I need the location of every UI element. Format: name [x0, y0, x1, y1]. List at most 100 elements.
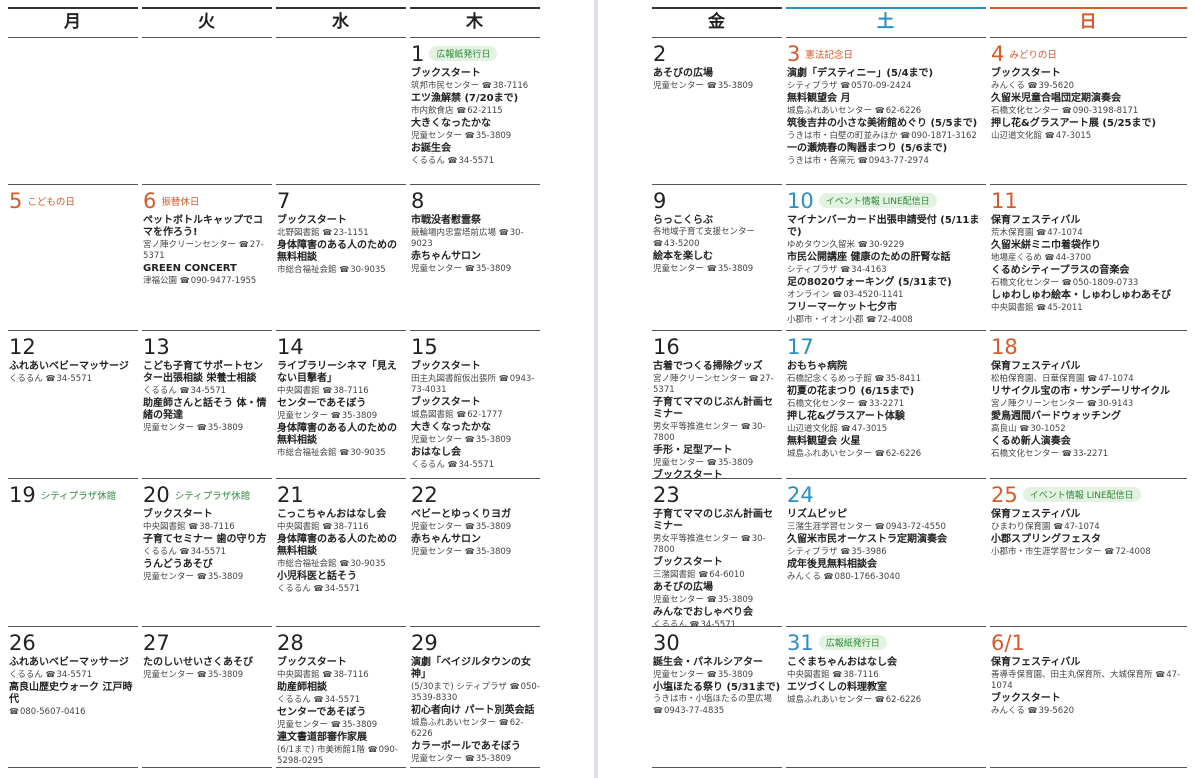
event-detail: 善導寺保育園、田主丸保育所、大城保育所 47-1074	[991, 669, 1187, 692]
event-title: センターであそぼう	[277, 398, 367, 409]
event-item: ベビーとゆっくりヨガ児童センター 35-3809	[411, 509, 540, 533]
day-header: 25 イベント情報 LINE配信日	[991, 481, 1187, 508]
event-title: 身体障害のある人のための無料相談	[277, 534, 397, 557]
event-location: (6/1まで) 市美術館1階	[277, 745, 365, 755]
event-location: 城島図書館	[411, 410, 454, 420]
day-number: 31	[787, 630, 814, 655]
event-location: 中央図書館	[277, 386, 320, 396]
event-title: ブックスタート	[411, 397, 481, 408]
event-item: あそびの広場児童センター 35-3809	[653, 582, 782, 606]
notice-badge: 広報紙発行日	[818, 635, 887, 650]
event-detail: くるるん 34-5571	[143, 546, 272, 558]
event-location: 小郡市・市生涯学習センター	[991, 547, 1102, 557]
holiday-label: 振替休日	[161, 196, 200, 208]
event-title: ブックスタート	[277, 215, 347, 226]
phone-icon-number: 62-6226	[875, 449, 921, 459]
event-detail: 山辺道文化館 47-3015	[991, 130, 1187, 142]
event-detail: 城島ふれあいセンター 62-6226	[787, 694, 986, 706]
event-item: 絵本を楽しむ児童センター 35-3809	[653, 251, 782, 275]
day-header: 6/1	[991, 629, 1187, 656]
day-header: 20 シティプラザ休館	[143, 481, 272, 508]
phone-icon-number: 72-4008	[1104, 547, 1150, 557]
event-title: マイナンバーカード出張申請受付 (5/11まで)	[787, 215, 980, 238]
event-location: シティプラザ	[787, 265, 838, 275]
event-item: 連文書道部審作家展(6/1まで) 市美術館1階 090-5298-0295	[277, 732, 406, 767]
event-detail: (6/1まで) 市美術館1階 090-5298-0295	[277, 744, 406, 767]
event-detail: くるるん 34-5571	[277, 694, 406, 706]
day-header: 15	[411, 333, 540, 360]
event-detail: 児童センター 35-3809	[653, 669, 782, 681]
event-item: 大きくなったかな児童センター 35-3809	[411, 422, 540, 446]
event-detail: 城島図書館 62-1777	[411, 409, 540, 421]
day-number: 27	[143, 630, 170, 655]
event-location: うきは市・各窯元	[787, 156, 856, 166]
event-title: 大きくなったかな	[411, 422, 491, 433]
event-title: 成年後見無料相談会	[787, 559, 877, 570]
day-cell-27: 27たのしいせいさくあそび児童センター 35-3809	[142, 627, 272, 768]
phone-icon-number: 35-3809	[707, 458, 753, 468]
phone-icon-number: 35-3809	[465, 547, 511, 557]
weekday-header-wed: 水	[276, 7, 406, 38]
event-location: 児童センター	[411, 435, 463, 445]
event-detail: 石橋文化センター 090-3198-8171	[991, 105, 1187, 117]
day-number: 18	[991, 334, 1018, 359]
event-detail: くるるん 34-5571	[653, 619, 782, 626]
event-title: GREEN CONCERT	[143, 263, 237, 274]
day-header: 21	[277, 481, 406, 508]
event-title: おもちゃ病院	[787, 361, 847, 372]
event-item: エツづくしの料理教室城島ふれあいセンター 62-6226	[787, 682, 986, 706]
event-item: ふれあいベビーマッサージくるるん 34-5571	[9, 657, 138, 681]
event-title: あそびの広場	[653, 582, 713, 593]
day-number: 8	[411, 188, 425, 213]
calendar-grid-left: 月 火 水 木 1広報紙発行日ブックスタート筑邦市民センター 38-7116エツ…	[8, 7, 540, 768]
event-location: 三潴生涯学習センター	[787, 522, 873, 532]
event-location: 北野図書館	[277, 228, 320, 238]
day-cell-14: 14ライブラリーシネマ「見えない目撃者」中央図書館 38-7116センターであそ…	[276, 331, 406, 479]
event-detail: 児童センター 35-3809	[411, 434, 540, 446]
event-title: 保育フェスティバル	[991, 361, 1081, 372]
day-number: 16	[653, 334, 680, 359]
event-location: 中央図書館	[277, 522, 320, 532]
weekday-header-tue: 火	[142, 7, 272, 38]
event-location: くるるん	[411, 156, 445, 166]
event-detail: 石橋記念くるめっ子館 35-8411	[787, 373, 986, 385]
event-detail: 石橋文化センター 33-2271	[991, 448, 1187, 460]
event-item: 助産師相談くるるん 34-5571	[277, 682, 406, 706]
day-number: 6/1	[991, 630, 1025, 655]
event-detail: 城島ふれあいセンター 62-6226	[787, 105, 986, 117]
event-title: 小郡スプリングフェスタ	[991, 534, 1101, 545]
event-detail: 田主丸図書館仮出張所 0943-73-4031	[411, 373, 540, 396]
event-location: くるるん	[411, 460, 445, 470]
event-location: くるるん	[277, 584, 311, 594]
phone-icon-number: 090-1871-3162	[900, 131, 977, 141]
event-detail: 児童センター 35-3809	[411, 546, 540, 558]
day-cell-24: 24リズムピッピ三潴生涯学習センター 0943-72-4550久留米市民オーケス…	[786, 479, 986, 627]
phone-icon-number: 080-5607-0416	[9, 707, 86, 717]
event-title: ブックスタート	[277, 657, 347, 668]
phone-icon-number: 62-6226	[875, 695, 921, 705]
event-location: うきは市・小塩ほたるの里広場	[653, 694, 773, 704]
phone-icon-number: 30-9229	[858, 240, 904, 250]
event-title: 身体障害のある人のための無料相談	[277, 423, 397, 446]
day-cell-1: 1広報紙発行日ブックスタート筑邦市民センター 38-7116エツ漁解禁 (7/2…	[410, 38, 540, 185]
day-number: 25	[991, 482, 1018, 507]
phone-icon-number: 62-6226	[875, 106, 921, 116]
event-item: 子育てママのじぶん計画セミナー男女平等推進センター 30-7800	[653, 509, 782, 556]
event-detail: オンライン 03-4520-1141	[787, 289, 986, 301]
event-location: 石橋記念くるめっ子館	[787, 374, 872, 384]
phone-icon-number: 34-4163	[840, 265, 886, 275]
holiday-label: 憲法記念日	[805, 49, 853, 61]
event-location: くるるん	[9, 374, 43, 384]
event-detail: 児童センター 35-3809	[411, 130, 540, 142]
event-location: 児童センター	[411, 264, 463, 274]
day-cell-6-1: 6/1保育フェスティバル善導寺保育園、田主丸保育所、大城保育所 47-1074ブ…	[990, 627, 1187, 768]
day-cell-8: 8市戦没者慰霊祭競輪場内忠霊塔前広場 30-9023赤ちゃんサロン児童センター …	[410, 185, 540, 331]
event-title: 押し花&グラスアート体験	[787, 411, 905, 422]
phone-icon-number: 35-3809	[465, 754, 511, 764]
event-detail: 宮ノ陣クリーンセンター 27-5371	[143, 239, 272, 262]
event-title: 保育フェスティバル	[991, 657, 1081, 668]
day-header: 11	[991, 187, 1187, 214]
event-location: シティプラザ	[787, 81, 838, 91]
phone-icon-number: 30-9035	[339, 448, 385, 458]
event-title: 無料観望会 月	[787, 93, 851, 104]
